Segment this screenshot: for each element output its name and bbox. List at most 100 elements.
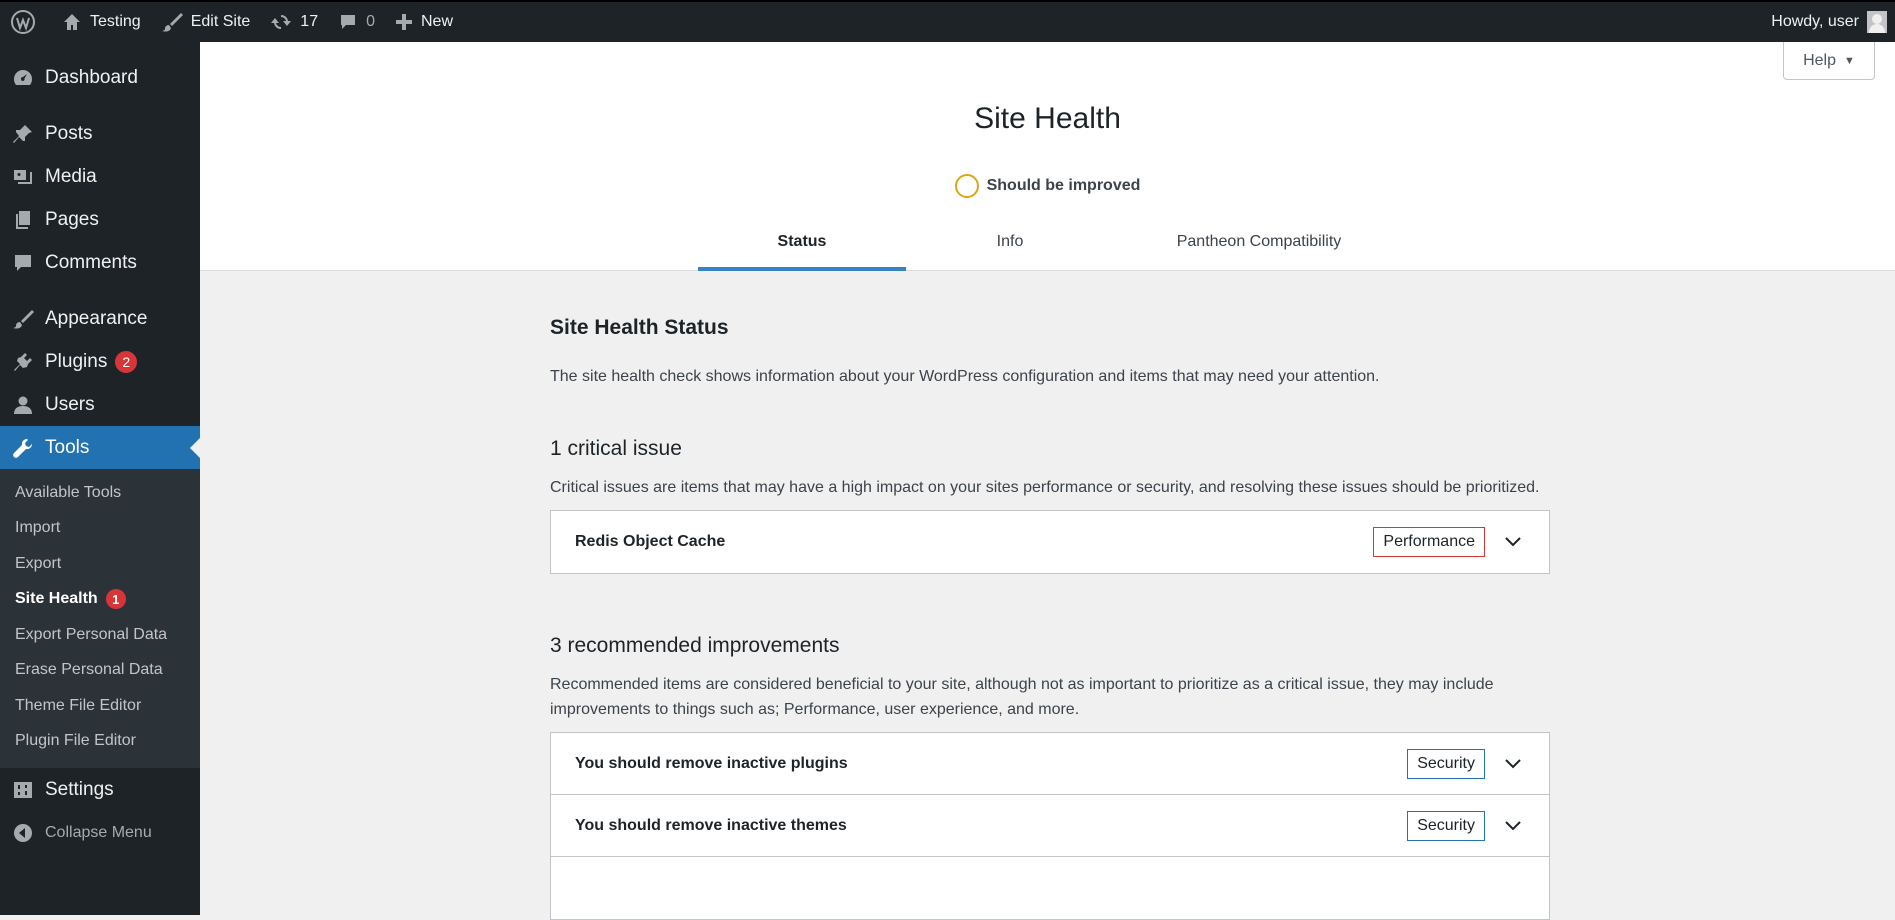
chevron-down-icon[interactable] [1501, 814, 1525, 838]
issue-row[interactable]: You should remove inactive themes Securi… [551, 795, 1549, 857]
sidebar-item-appearance[interactable]: Appearance [0, 297, 200, 340]
sidebar-item-tools[interactable]: Tools [0, 426, 200, 469]
updates-count: 17 [300, 13, 319, 30]
issue-label: You should remove inactive themes [575, 816, 847, 834]
issue-row[interactable]: You should remove inactive plugins Secur… [551, 733, 1549, 795]
site-health-tabs: Status Info Pantheon Compatibility [698, 225, 1404, 271]
wordpress-logo-icon[interactable] [0, 1, 52, 43]
critical-issues-description: Critical issues are items that may have … [550, 479, 1540, 496]
comments-link[interactable]: 0 [328, 1, 385, 43]
tab-status[interactable]: Status [698, 225, 906, 271]
recommended-issues-list: You should remove inactive plugins Secur… [550, 732, 1550, 920]
submenu-erase-personal-data[interactable]: Erase Personal Data [0, 653, 200, 689]
updates-link[interactable]: 17 [260, 1, 328, 43]
sidebar-item-label: Pages [45, 208, 99, 230]
sidebar-item-label: Dashboard [45, 66, 138, 88]
collapse-arrow-icon [14, 823, 32, 842]
submenu-import[interactable]: Import [0, 511, 200, 547]
plug-icon [14, 352, 32, 371]
health-score-label: Should be improved [986, 177, 1141, 194]
avatar [1867, 11, 1887, 33]
admin-sidebar: Dashboard Posts Media Pages Comments App… [0, 42, 200, 915]
tab-pantheon-compatibility[interactable]: Pantheon Compatibility [1114, 225, 1404, 271]
progress-ring-icon [954, 174, 979, 198]
sidebar-item-comments[interactable]: Comments [0, 241, 200, 284]
plus-icon [396, 14, 412, 30]
issue-label: You should remove inactive plugins [575, 754, 848, 772]
sidebar-item-label: Appearance [45, 307, 148, 329]
user-account-menu[interactable]: Howdy, user [1771, 11, 1895, 33]
sidebar-item-label: Users [45, 393, 95, 415]
media-icon [14, 169, 32, 184]
dashboard-gauge-icon [13, 69, 33, 85]
sidebar-item-label: Posts [45, 122, 93, 144]
brush-icon [13, 309, 34, 329]
comment-bubble-icon [15, 254, 31, 271]
recommended-description: Recommended items are considered benefic… [550, 676, 1494, 718]
critical-issues-title: 1 critical issue [550, 437, 682, 460]
collapse-menu-label: Collapse Menu [45, 823, 152, 841]
intro-text: The site health check shows information … [550, 368, 1380, 385]
collapse-menu-button[interactable]: Collapse Menu [0, 811, 200, 854]
sidebar-item-label: Settings [45, 778, 114, 800]
submenu-available-tools[interactable]: Available Tools [0, 475, 200, 511]
submenu-export[interactable]: Export [0, 546, 200, 582]
site-health-header: Help ▼ Site Health Should be improved St… [200, 42, 1895, 271]
caret-down-icon: ▼ [1844, 54, 1855, 67]
sidebar-item-label: Comments [45, 251, 137, 273]
comments-count: 0 [366, 13, 375, 30]
performance-badge: Performance [1373, 527, 1485, 557]
sidebar-item-users[interactable]: Users [0, 383, 200, 426]
submenu-plugin-file-editor[interactable]: Plugin File Editor [0, 724, 200, 760]
sidebar-item-pages[interactable]: Pages [0, 198, 200, 241]
site-name-label: Testing [90, 13, 141, 30]
pin-icon [13, 124, 32, 143]
help-label: Help [1803, 51, 1836, 69]
security-badge: Security [1407, 748, 1485, 779]
home-icon [64, 14, 80, 30]
site-health-issue-badge: 1 [105, 589, 126, 610]
chevron-down-icon[interactable] [1501, 530, 1525, 554]
site-health-status-panel: Site Health Status The site health check… [550, 271, 1550, 920]
admin-bar: Testing Edit Site 17 0 New Howdy, user [0, 0, 1895, 42]
submenu-site-health[interactable]: Site Health 1 [0, 582, 200, 618]
tools-submenu: Available Tools Import Export Site Healt… [0, 469, 200, 768]
user-icon [14, 396, 32, 414]
recommended-improvements-title: 3 recommended improvements [550, 634, 840, 657]
sidebar-item-posts[interactable]: Posts [0, 112, 200, 155]
issue-row-partial[interactable] [551, 857, 1549, 919]
edit-site-link[interactable]: Edit Site [151, 1, 261, 43]
issue-label: Redis Object Cache [575, 533, 726, 550]
new-label: New [421, 13, 454, 30]
health-score-indicator: Should be improved [200, 174, 1895, 198]
pages-icon [16, 210, 30, 229]
issue-row[interactable]: Redis Object Cache Performance [551, 511, 1549, 573]
brush-icon [161, 13, 183, 32]
edit-site-label: Edit Site [190, 13, 251, 30]
sidebar-item-dashboard[interactable]: Dashboard [0, 56, 200, 99]
sidebar-item-label: Media [45, 165, 97, 187]
sidebar-item-settings[interactable]: Settings [0, 768, 200, 811]
updates-icon [271, 14, 292, 30]
howdy-greeting: Howdy, user [1771, 13, 1859, 30]
comment-bubble-icon [341, 15, 356, 29]
plugins-update-badge: 2 [115, 350, 138, 373]
page-title: Site Health [974, 102, 1121, 135]
wrench-icon [13, 438, 33, 458]
submenu-theme-file-editor[interactable]: Theme File Editor [0, 688, 200, 724]
new-content-link[interactable]: New [385, 1, 463, 43]
site-name-link[interactable]: Testing [52, 1, 151, 43]
submenu-label: Site Health [15, 590, 98, 608]
chevron-down-icon[interactable] [1501, 752, 1525, 776]
sidebar-item-label: Plugins [45, 350, 108, 372]
section-title: Site Health Status [550, 316, 729, 339]
settings-sliders-icon [14, 781, 32, 798]
security-badge: Security [1407, 810, 1485, 841]
submenu-export-personal-data[interactable]: Export Personal Data [0, 617, 200, 653]
critical-issues-list: Redis Object Cache Performance [550, 510, 1550, 574]
tab-info[interactable]: Info [906, 225, 1114, 271]
help-button[interactable]: Help ▼ [1783, 42, 1875, 80]
sidebar-item-label: Tools [45, 436, 90, 458]
sidebar-item-media[interactable]: Media [0, 155, 200, 198]
sidebar-item-plugins[interactable]: Plugins 2 [0, 340, 200, 383]
